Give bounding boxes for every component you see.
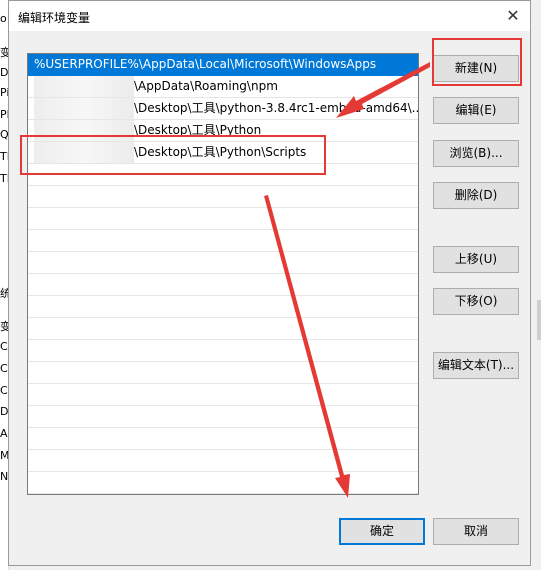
path-text: %USERPROFILE%\AppData\Local\Microsoft\Wi… bbox=[34, 57, 377, 71]
edit-button[interactable]: 编辑(E) bbox=[433, 97, 519, 124]
empty-row[interactable] bbox=[28, 384, 418, 406]
empty-row[interactable] bbox=[28, 406, 418, 428]
path-row[interactable]: \AppData\Roaming\npm bbox=[28, 76, 418, 98]
move-down-button[interactable]: 下移(O) bbox=[433, 288, 519, 315]
cancel-button[interactable]: 取消 bbox=[433, 518, 519, 545]
annotation-box-new bbox=[432, 38, 522, 86]
redacted-prefix bbox=[34, 76, 134, 97]
redacted-prefix bbox=[34, 98, 134, 119]
empty-row[interactable] bbox=[28, 450, 418, 472]
bg-glyph: N bbox=[0, 470, 9, 483]
empty-row[interactable] bbox=[28, 252, 418, 274]
dialog-title: 编辑环境变量 bbox=[18, 11, 91, 25]
path-row[interactable]: \Desktop\工具\python-3.8.4rc1-embed-amd64\… bbox=[28, 98, 418, 120]
path-text: \AppData\Roaming\npm bbox=[134, 79, 278, 93]
path-list[interactable]: %USERPROFILE%\AppData\Local\Microsoft\Wi… bbox=[27, 53, 419, 495]
empty-row[interactable] bbox=[28, 362, 418, 384]
empty-row[interactable] bbox=[28, 428, 418, 450]
empty-row[interactable] bbox=[28, 318, 418, 340]
close-icon[interactable]: ✕ bbox=[502, 5, 524, 27]
empty-row[interactable] bbox=[28, 208, 418, 230]
ok-button[interactable]: 确定 bbox=[339, 518, 425, 545]
empty-row[interactable] bbox=[28, 274, 418, 296]
edit-text-button[interactable]: 编辑文本(T)... bbox=[433, 352, 519, 379]
empty-row[interactable] bbox=[28, 296, 418, 318]
bg-glyph: o bbox=[0, 12, 7, 25]
empty-row[interactable] bbox=[28, 340, 418, 362]
annotation-box-scripts bbox=[20, 135, 326, 175]
background-scrollbar bbox=[537, 300, 541, 340]
delete-button[interactable]: 删除(D) bbox=[433, 182, 519, 209]
empty-row[interactable] bbox=[28, 472, 418, 494]
path-row[interactable]: %USERPROFILE%\AppData\Local\Microsoft\Wi… bbox=[28, 54, 418, 76]
path-text: \Desktop\工具\python-3.8.4rc1-embed-amd64\… bbox=[134, 101, 418, 115]
browse-button[interactable]: 浏览(B)... bbox=[433, 140, 519, 167]
title-bar[interactable]: 编辑环境变量 ✕ bbox=[9, 1, 530, 31]
empty-row[interactable] bbox=[28, 186, 418, 208]
empty-row[interactable] bbox=[28, 230, 418, 252]
move-up-button[interactable]: 上移(U) bbox=[433, 246, 519, 273]
